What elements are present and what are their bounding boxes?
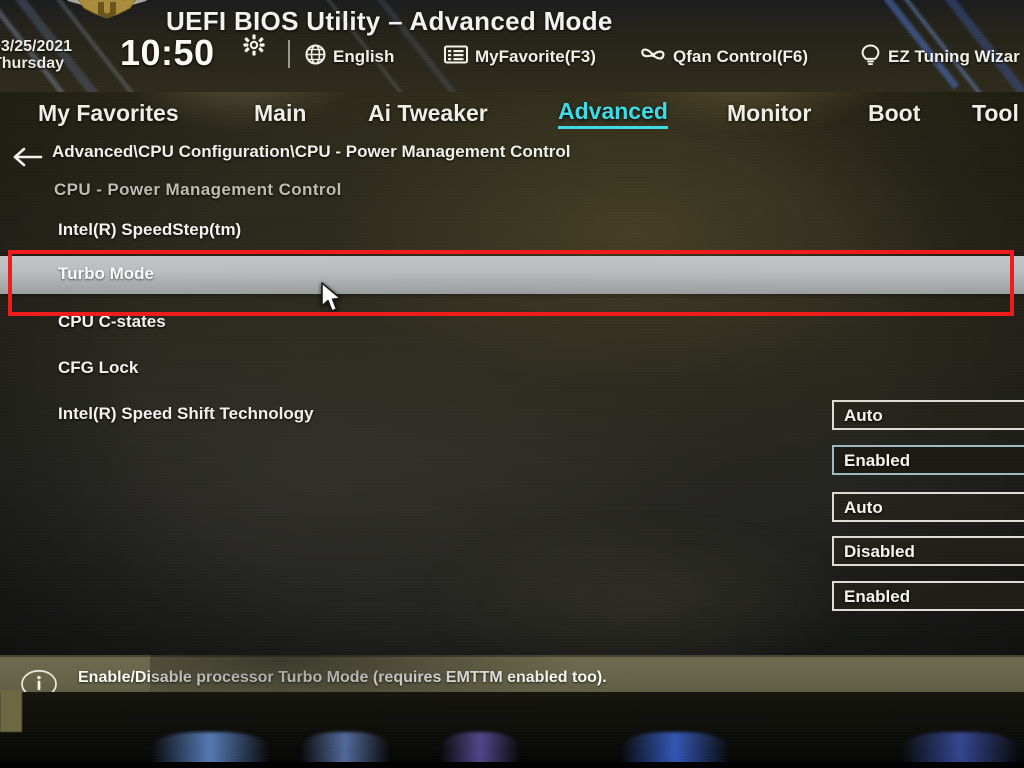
bios-screen: UEFI BIOS Utility – Advanced Mode 03/25/… — [0, 0, 1024, 768]
scanline-overlay — [0, 0, 1024, 768]
